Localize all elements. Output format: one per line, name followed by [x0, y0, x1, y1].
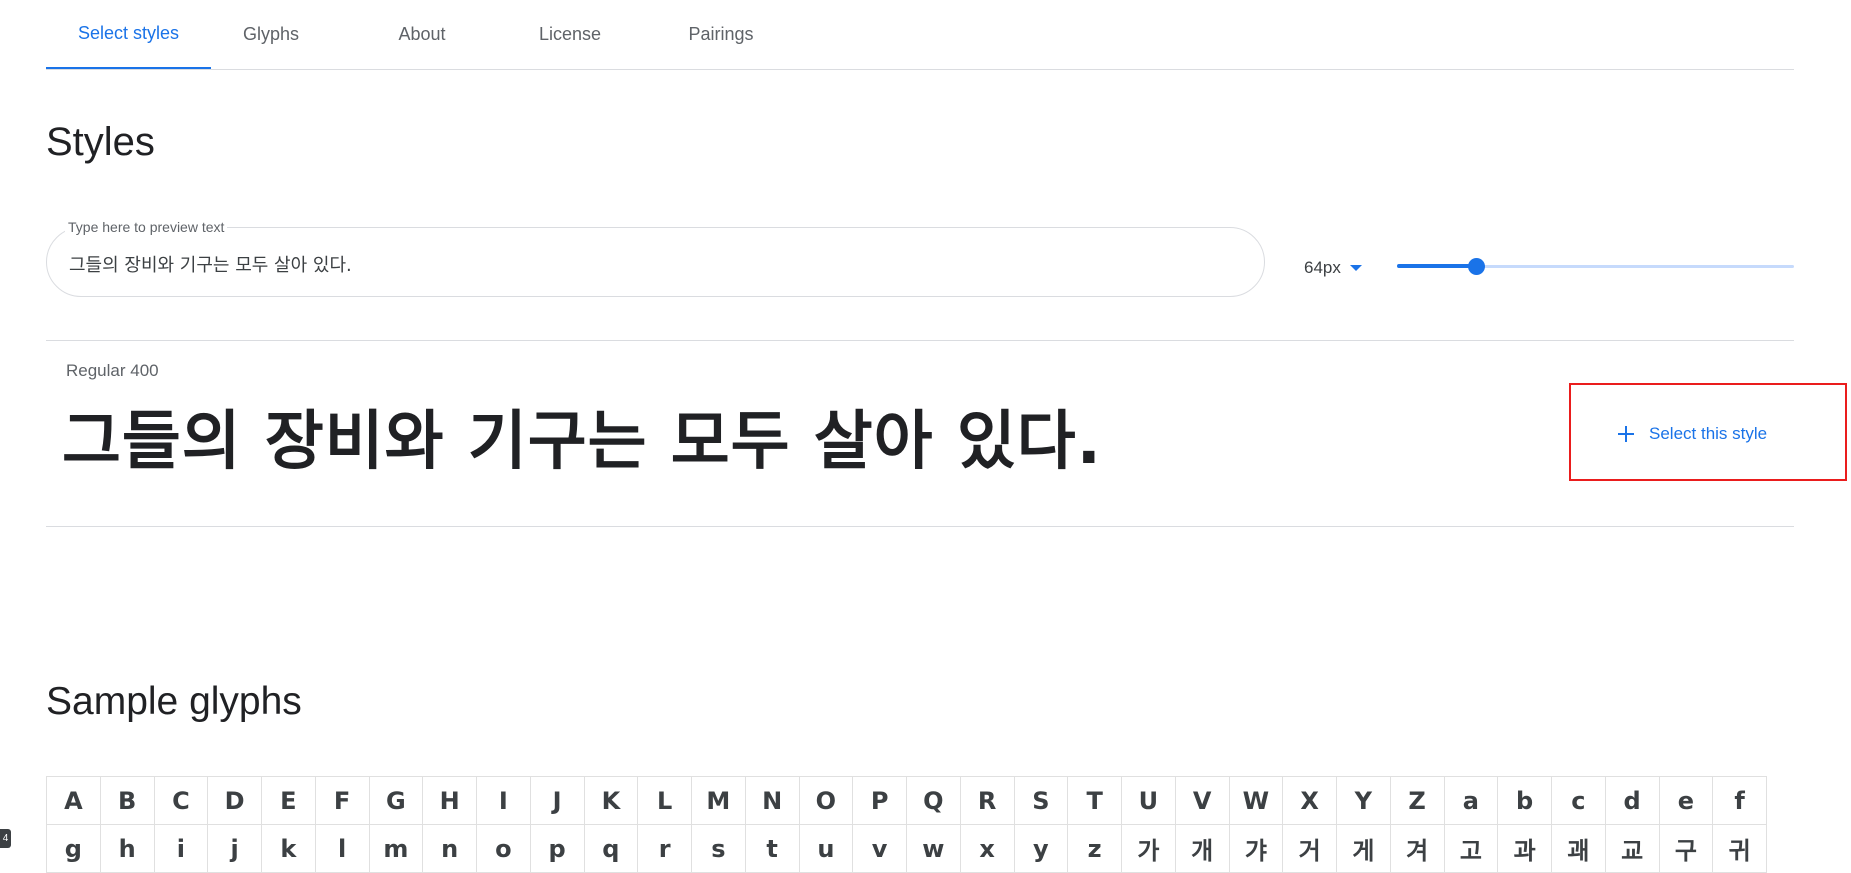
glyph-cell[interactable]: X: [1283, 777, 1337, 825]
style-name: Regular 400: [66, 361, 159, 380]
sample-glyphs-heading: Sample glyphs: [46, 680, 302, 723]
glyph-cell[interactable]: 괘: [1552, 825, 1606, 873]
style-preview-text: 그들의 장비와 기구는 모두 살아 있다.: [62, 405, 1102, 479]
glyph-cell[interactable]: z: [1068, 825, 1122, 873]
glyph-cell[interactable]: Q: [907, 777, 961, 825]
glyph-cell[interactable]: e: [1659, 777, 1714, 825]
slider-fill: [1397, 264, 1477, 268]
font-size-dropdown[interactable]: 64px: [1304, 254, 1362, 282]
glyph-cell[interactable]: 갸: [1229, 825, 1284, 873]
select-this-style-label: Select this style: [1649, 424, 1768, 443]
glyph-cell[interactable]: N: [745, 777, 800, 825]
glyph-cell[interactable]: H: [423, 777, 477, 825]
glyph-cell[interactable]: k: [262, 825, 316, 873]
glyph-cell[interactable]: P: [853, 777, 907, 825]
tab-pairings[interactable]: Pairings: [661, 0, 781, 69]
glyph-cell[interactable]: I: [477, 777, 531, 825]
glyph-cell[interactable]: E: [262, 777, 316, 825]
glyph-cell[interactable]: 가: [1122, 825, 1176, 873]
glyph-cell[interactable]: 과: [1498, 825, 1552, 873]
glyph-cell[interactable]: U: [1122, 777, 1176, 825]
glyph-cell[interactable]: J: [530, 777, 585, 825]
glyph-cell[interactable]: 귀: [1713, 825, 1767, 873]
glyph-cell[interactable]: 개: [1175, 825, 1230, 873]
glyph-cell[interactable]: V: [1175, 777, 1230, 825]
glyph-cell[interactable]: c: [1552, 777, 1606, 825]
glyph-cell[interactable]: T: [1068, 777, 1122, 825]
glyph-cell[interactable]: q: [584, 825, 639, 873]
glyph-cell[interactable]: C: [154, 777, 209, 825]
slider-thumb[interactable]: [1468, 258, 1486, 275]
glyph-cell[interactable]: 거: [1283, 825, 1337, 873]
tab-glyphs[interactable]: Glyphs: [211, 0, 331, 69]
styles-heading: Styles: [46, 120, 155, 164]
glyph-cell[interactable]: u: [799, 825, 854, 873]
glyph-cell[interactable]: 게: [1337, 825, 1391, 873]
glyph-cell[interactable]: D: [208, 777, 262, 825]
glyph-cell[interactable]: B: [100, 777, 155, 825]
glyph-cell[interactable]: O: [799, 777, 854, 825]
glyph-cell[interactable]: p: [530, 825, 585, 873]
glyph-cell[interactable]: g: [47, 825, 101, 873]
glyph-cell[interactable]: r: [638, 825, 692, 873]
glyph-cell[interactable]: f: [1713, 777, 1767, 825]
glyph-cell[interactable]: A: [47, 777, 101, 825]
glyph-cell[interactable]: d: [1605, 777, 1660, 825]
glyph-cell[interactable]: i: [154, 825, 209, 873]
divider: [46, 340, 1794, 341]
glyph-cell[interactable]: t: [745, 825, 800, 873]
glyph-cell[interactable]: M: [692, 777, 746, 825]
glyph-cell[interactable]: j: [208, 825, 262, 873]
glyph-cell[interactable]: x: [960, 825, 1015, 873]
preview-text-field: Type here to preview text: [46, 218, 1265, 297]
glyph-cell[interactable]: l: [315, 825, 370, 873]
glyph-cell[interactable]: 교: [1605, 825, 1660, 873]
glyph-cell[interactable]: Z: [1390, 777, 1445, 825]
glyph-cell[interactable]: 겨: [1390, 825, 1445, 873]
glyph-cell[interactable]: h: [100, 825, 155, 873]
glyph-cell[interactable]: L: [638, 777, 692, 825]
glyph-cell[interactable]: G: [369, 777, 424, 825]
tab-select-styles[interactable]: Select styles: [46, 0, 211, 69]
glyph-cell[interactable]: v: [853, 825, 907, 873]
glyph-cell[interactable]: n: [423, 825, 477, 873]
corner-badge: 4: [0, 829, 11, 848]
font-size-slider[interactable]: [1397, 257, 1794, 277]
glyph-cell[interactable]: F: [315, 777, 370, 825]
glyph-cell[interactable]: a: [1444, 777, 1499, 825]
glyph-cell[interactable]: w: [907, 825, 961, 873]
glyph-cell[interactable]: y: [1014, 825, 1069, 873]
plus-icon: [1618, 426, 1634, 442]
glyph-cell[interactable]: m: [369, 825, 424, 873]
select-this-style-button[interactable]: Select this style: [1618, 419, 1767, 449]
glyph-cell[interactable]: K: [584, 777, 639, 825]
glyph-grid: ABCDEFGHIJKLMNOPQRSTUVWXYZabcdef ghijklmn…: [46, 776, 1767, 873]
glyph-cell[interactable]: W: [1229, 777, 1284, 825]
glyph-cell[interactable]: S: [1014, 777, 1069, 825]
font-size-value: 64px: [1304, 258, 1341, 277]
tab-bar: Select styles Glyphs About License Pairi…: [46, 0, 1794, 70]
tab-license[interactable]: License: [510, 0, 630, 69]
glyph-cell[interactable]: 고: [1444, 825, 1499, 873]
preview-text-input[interactable]: [67, 248, 1231, 280]
preview-text-label: Type here to preview text: [65, 218, 228, 236]
glyph-cell[interactable]: b: [1498, 777, 1552, 825]
glyph-cell[interactable]: 구: [1659, 825, 1714, 873]
glyph-cell[interactable]: o: [477, 825, 531, 873]
tab-about[interactable]: About: [362, 0, 482, 69]
glyph-cell[interactable]: Y: [1337, 777, 1391, 825]
divider: [46, 526, 1794, 527]
glyph-cell[interactable]: R: [960, 777, 1015, 825]
caret-down-icon: [1349, 265, 1362, 271]
glyph-cell[interactable]: s: [692, 825, 746, 873]
